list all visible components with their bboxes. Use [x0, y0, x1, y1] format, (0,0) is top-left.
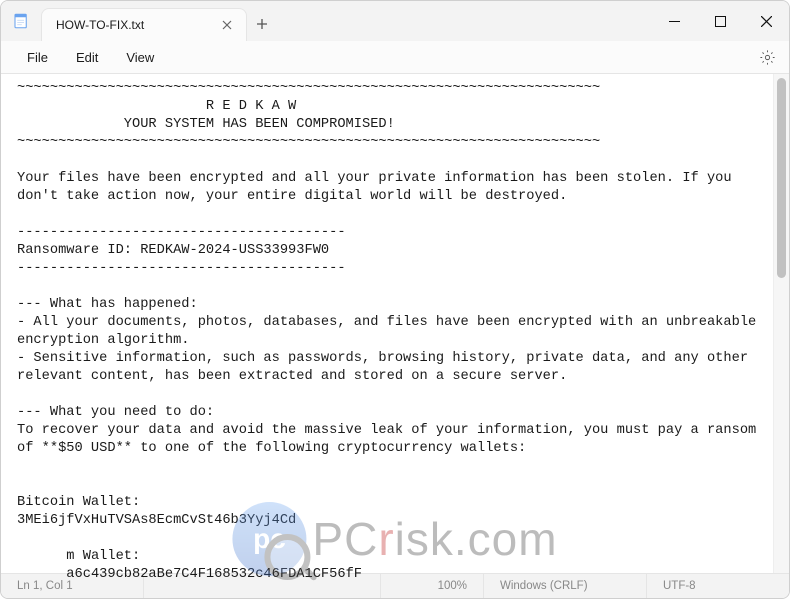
- status-encoding[interactable]: UTF-8: [647, 574, 789, 598]
- titlebar-drag-region[interactable]: [277, 1, 651, 41]
- text-line: R E D K A W: [17, 99, 296, 114]
- text-line: Ransomware ID: REDKAW-2024-USS33993FW0: [17, 243, 329, 258]
- text-line: - All your documents, photos, databases,…: [17, 315, 764, 348]
- menu-file[interactable]: File: [13, 46, 62, 69]
- text-line: m Wallet:: [17, 549, 140, 564]
- new-tab-button[interactable]: [247, 9, 277, 39]
- notepad-window: HOW-TO-FIX.txt File Edit View: [0, 0, 790, 599]
- titlebar: HOW-TO-FIX.txt: [1, 1, 789, 41]
- scrollbar-thumb[interactable]: [777, 78, 786, 278]
- status-zoom[interactable]: 100%: [381, 574, 484, 598]
- document-tab[interactable]: HOW-TO-FIX.txt: [41, 8, 247, 41]
- text-line: To recover your data and avoid the massi…: [17, 423, 764, 456]
- menu-edit[interactable]: Edit: [62, 46, 112, 69]
- text-line: ~~~~~~~~~~~~~~~~~~~~~~~~~~~~~~~~~~~~~~~~…: [17, 81, 600, 96]
- text-editor[interactable]: ~~~~~~~~~~~~~~~~~~~~~~~~~~~~~~~~~~~~~~~~…: [1, 74, 773, 573]
- text-line: ~~~~~~~~~~~~~~~~~~~~~~~~~~~~~~~~~~~~~~~~…: [17, 135, 600, 150]
- minimize-button[interactable]: [651, 1, 697, 41]
- menu-view[interactable]: View: [112, 46, 168, 69]
- text-line: --- What you need to do:: [17, 405, 214, 420]
- editor-area: ~~~~~~~~~~~~~~~~~~~~~~~~~~~~~~~~~~~~~~~~…: [1, 74, 789, 573]
- tab-close-icon[interactable]: [218, 16, 236, 34]
- text-line: ----------------------------------------: [17, 225, 346, 240]
- text-line: Bitcoin Wallet:: [17, 495, 140, 510]
- text-line: ----------------------------------------: [17, 261, 346, 276]
- status-line-ending[interactable]: Windows (CRLF): [484, 574, 647, 598]
- text-line: - Sensitive information, such as passwor…: [17, 351, 756, 384]
- text-line: YOUR SYSTEM HAS BEEN COMPROMISED!: [17, 117, 395, 132]
- text-line: --- What has happened:: [17, 297, 198, 312]
- close-button[interactable]: [743, 1, 789, 41]
- window-controls: [651, 1, 789, 41]
- text-line: a6c439cb82aBe7C4F168532c46FDA1CF56fF: [17, 567, 362, 582]
- app-icon: [1, 12, 41, 30]
- titlebar-left: HOW-TO-FIX.txt: [1, 1, 277, 41]
- text-line: 3MEi6jfVxHuTVSAs8EcmCvSt46b3Yyj4Cd: [17, 513, 296, 528]
- menubar: File Edit View: [1, 41, 789, 74]
- settings-button[interactable]: [753, 43, 781, 71]
- tab-title: HOW-TO-FIX.txt: [56, 18, 210, 32]
- vertical-scrollbar[interactable]: [773, 74, 789, 573]
- text-line: Your files have been encrypted and all y…: [17, 171, 740, 204]
- maximize-button[interactable]: [697, 1, 743, 41]
